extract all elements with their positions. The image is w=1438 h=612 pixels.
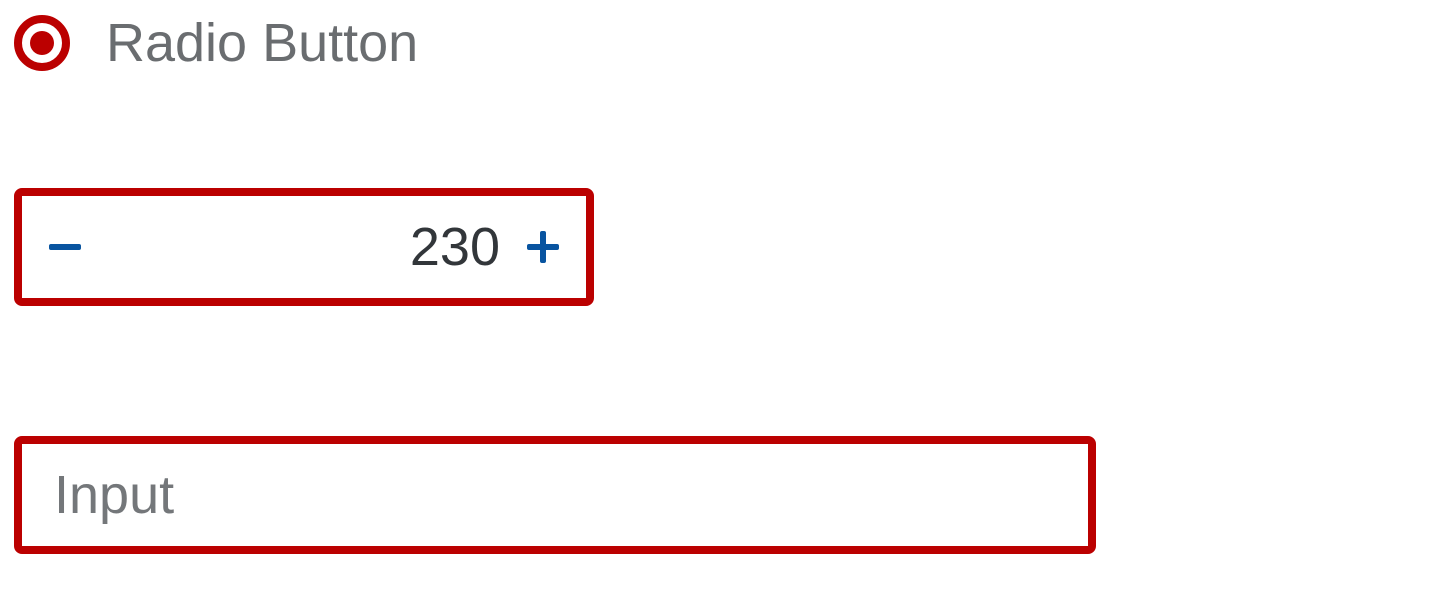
decrement-button[interactable] xyxy=(40,196,90,298)
radio-button-row[interactable]: Radio Button xyxy=(14,8,1424,78)
radio-inner-dot-icon xyxy=(30,31,54,55)
radio-selected-icon xyxy=(14,15,70,71)
increment-button[interactable] xyxy=(518,196,568,298)
radio-label: Radio Button xyxy=(106,16,418,70)
minus-icon xyxy=(45,227,85,267)
text-input-wrapper xyxy=(14,436,1096,554)
step-input-value[interactable] xyxy=(90,215,518,279)
step-input[interactable] xyxy=(14,188,594,306)
text-input[interactable] xyxy=(52,463,1058,527)
plus-icon xyxy=(523,227,563,267)
